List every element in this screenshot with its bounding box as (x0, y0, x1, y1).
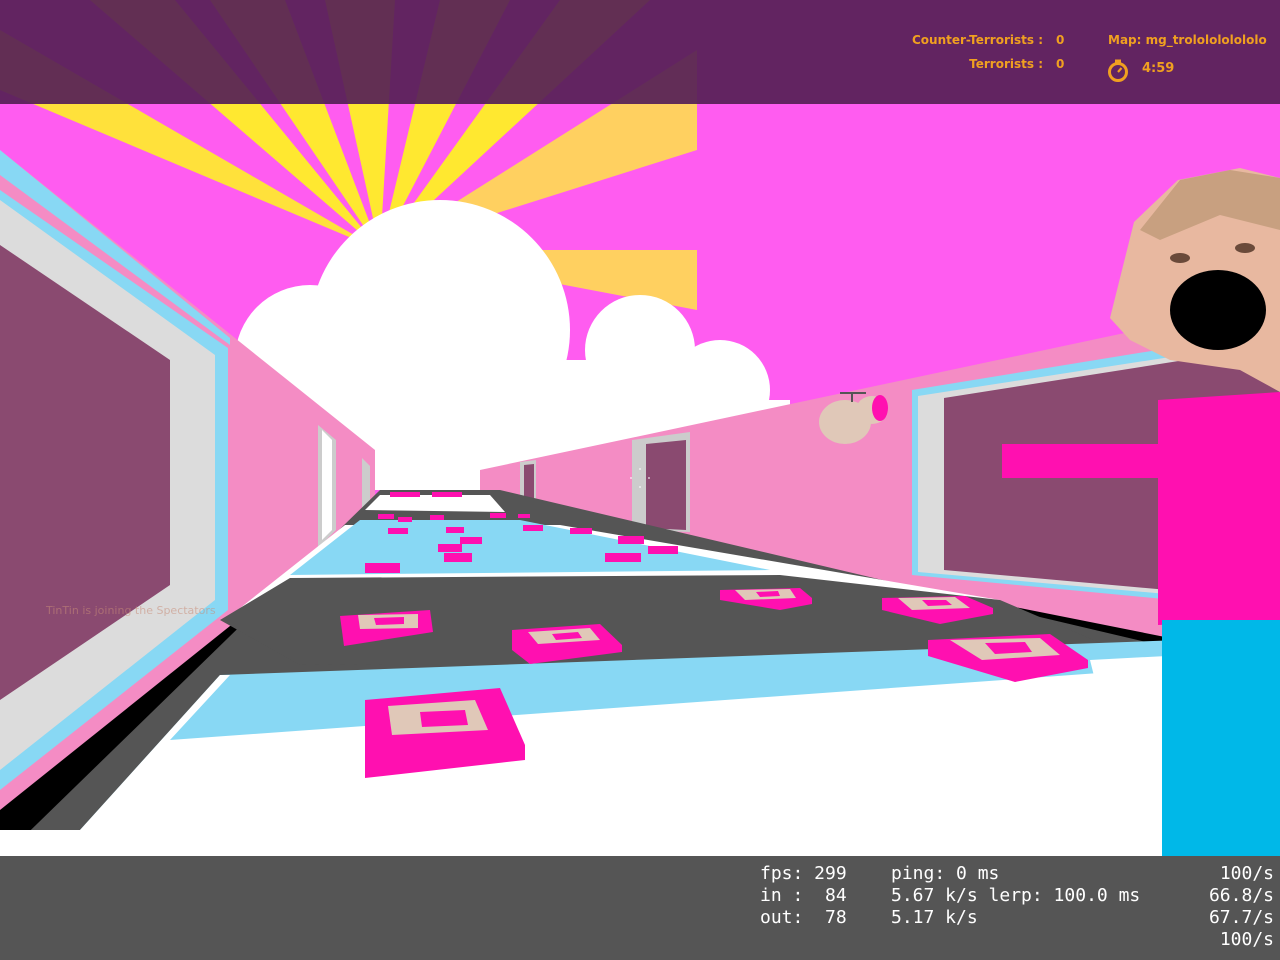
ct-score-value: 0 (1056, 33, 1065, 47)
t-score-value: 0 (1056, 57, 1065, 71)
netgraph-ping: ping: 0 ms (891, 863, 1000, 884)
netgraph-out-rate: 5.17 k/s (891, 907, 978, 928)
stopwatch-icon (1108, 59, 1128, 82)
netgraph-bar (0, 856, 1280, 960)
game-viewport[interactable]: Counter-Terrorists : 0 Terrorists : 0 Ma… (0, 0, 1280, 960)
netgraph-rate-3: 67.7/s (1208, 907, 1274, 928)
join-message: TinTin is joining the Spectators (46, 604, 216, 617)
netgraph-out: out: 78 (760, 907, 847, 928)
ct-score-label: Counter-Terrorists : (912, 33, 1043, 47)
scoreboard-bar (0, 0, 1280, 104)
crosshair-icon (630, 468, 650, 488)
netgraph-rate-4: 100/s (1219, 929, 1274, 950)
t-score-label: Terrorists : (969, 57, 1043, 71)
netgraph-rate-2: 66.8/s (1208, 885, 1274, 906)
netgraph-fps: fps: 299 (760, 863, 847, 884)
netgraph-in-rate: 5.67 k/s lerp: 100.0 ms (891, 885, 1141, 906)
map-name: Map: mg_trololololololo (1108, 33, 1267, 47)
round-timer: 4:59 (1142, 61, 1175, 76)
netgraph-in: in : 84 (760, 885, 847, 906)
netgraph-rate-1: 100/s (1219, 863, 1274, 884)
